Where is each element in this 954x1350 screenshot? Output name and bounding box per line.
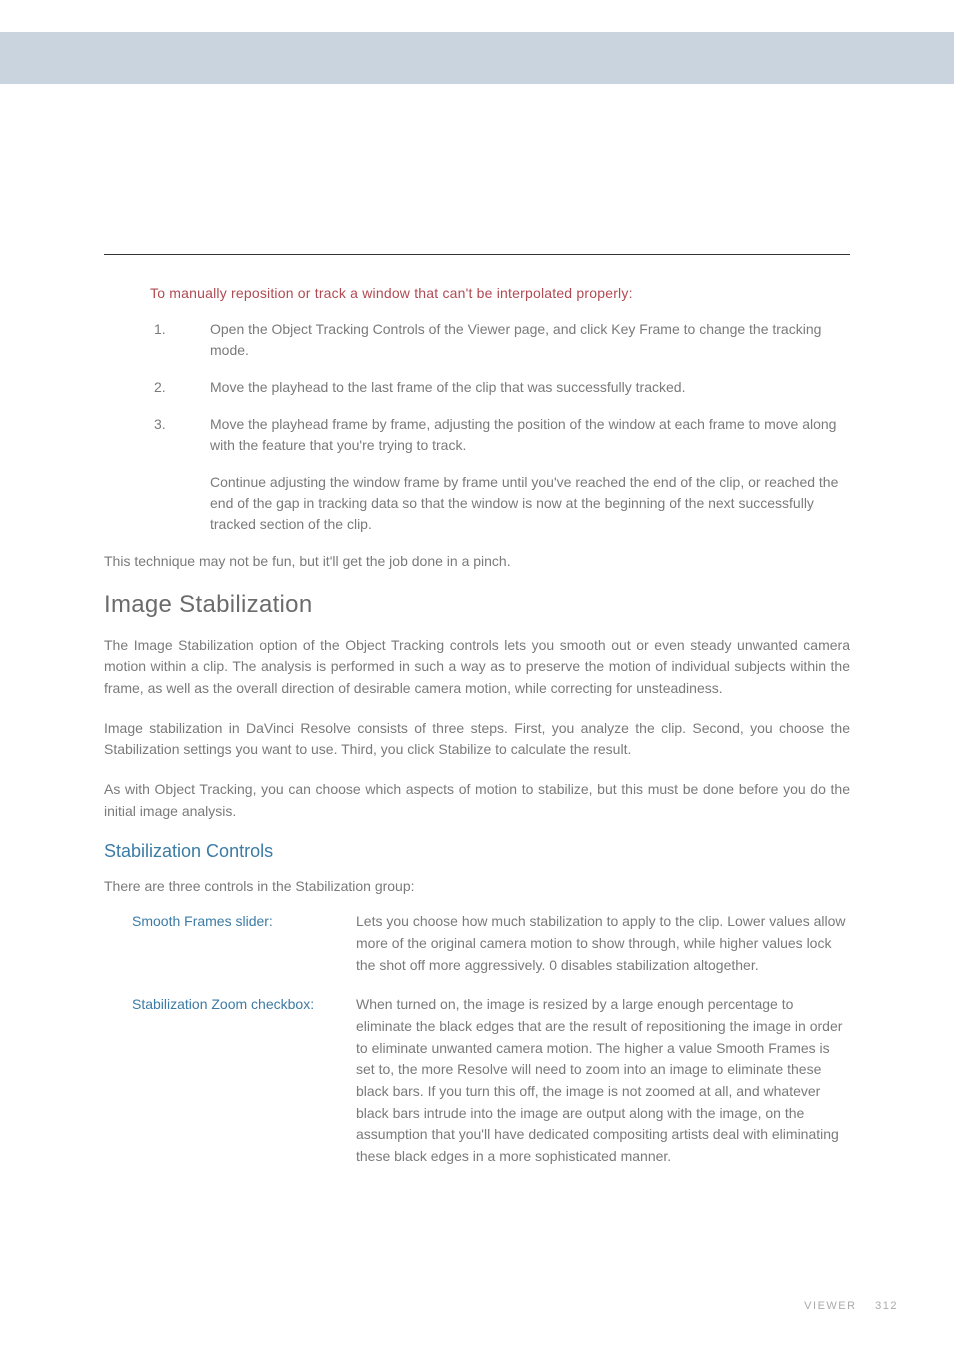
step-text: Open the Object Tracking Controls of the… (210, 319, 850, 361)
body-paragraph: Image stabilization in DaVinci Resolve c… (104, 718, 850, 761)
ordered-step: 2. Move the playhead to the last frame o… (154, 377, 850, 398)
definition-row: Stabilization Zoom checkbox: When turned… (132, 994, 850, 1168)
section-heading: Image Stabilization (104, 591, 850, 619)
step-continuation: Continue adjusting the window frame by f… (210, 472, 850, 535)
horizontal-rule (104, 254, 850, 255)
step-number: 2. (154, 377, 210, 398)
ordered-step: 1. Open the Object Tracking Controls of … (154, 319, 850, 361)
definition-body: Lets you choose how much stabilization t… (356, 911, 850, 976)
body-paragraph: As with Object Tracking, you can choose … (104, 779, 850, 822)
body-paragraph: The Image Stabilization option of the Ob… (104, 635, 850, 700)
body-paragraph: This technique may not be fun, but it'll… (104, 551, 850, 573)
page-content: To manually reposition or track a window… (104, 254, 850, 1186)
step-text: Move the playhead frame by frame, adjust… (210, 414, 850, 456)
subsection-heading: Stabilization Controls (104, 841, 850, 862)
body-paragraph: There are three controls in the Stabiliz… (104, 876, 850, 898)
definition-body: When turned on, the image is resized by … (356, 994, 850, 1168)
procedure-heading: To manually reposition or track a window… (150, 285, 850, 301)
definition-row: Smooth Frames slider: Lets you choose ho… (132, 911, 850, 976)
footer-page-number: 312 (875, 1300, 898, 1312)
header-band (0, 32, 954, 84)
step-number: 3. (154, 414, 210, 456)
step-number: 1. (154, 319, 210, 361)
step-text: Move the playhead to the last frame of t… (210, 377, 850, 398)
page-footer: VIEWER 312 (804, 1300, 898, 1312)
ordered-step: 3. Move the playhead frame by frame, adj… (154, 414, 850, 456)
footer-section-label: VIEWER (804, 1300, 856, 1312)
definition-term: Stabilization Zoom checkbox: (132, 994, 356, 1168)
definition-term: Smooth Frames slider: (132, 911, 356, 976)
